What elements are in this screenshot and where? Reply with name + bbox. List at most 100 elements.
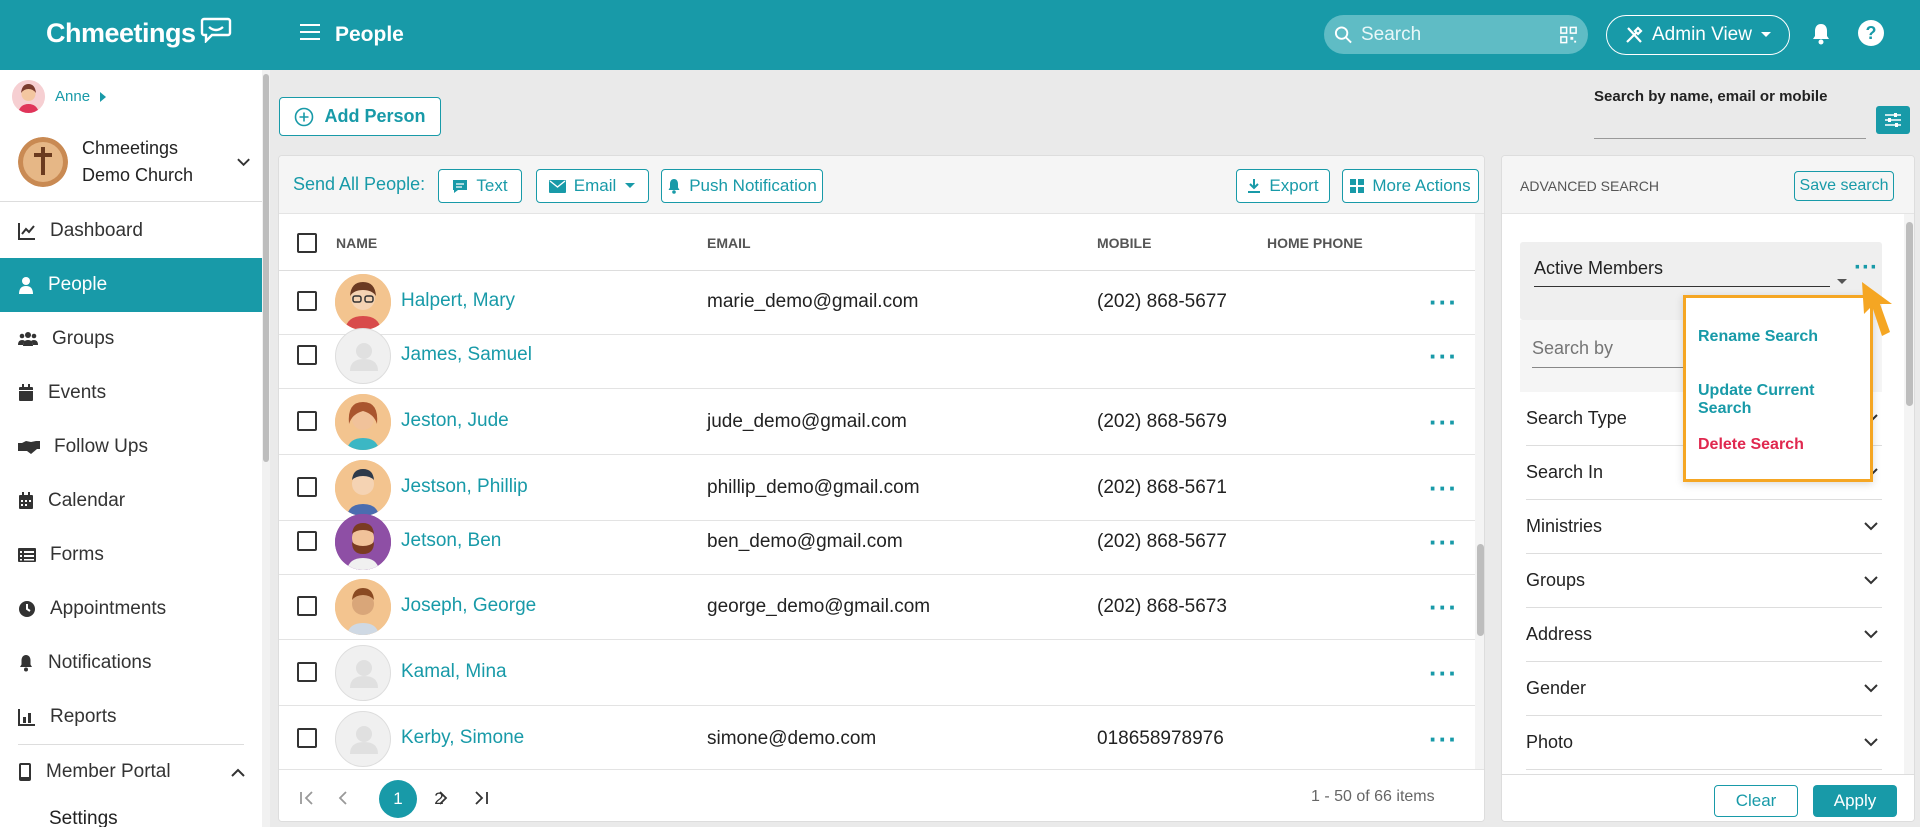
person-name-link[interactable]: Kamal, Mina <box>401 661 507 683</box>
admin-view-dropdown[interactable]: Admin View <box>1606 15 1790 55</box>
table-row[interactable]: Joseph, George george_demo@gmail.com (20… <box>279 574 1475 640</box>
global-search[interactable] <box>1324 15 1588 54</box>
table-row[interactable]: Jeston, Jude jude_demo@gmail.com (202) 8… <box>279 389 1475 455</box>
table-row[interactable]: Kerby, Simone simone@demo.com 0186589789… <box>279 706 1475 768</box>
table-scrollbar[interactable] <box>1475 214 1484 769</box>
apply-button[interactable]: Apply <box>1813 785 1897 817</box>
push-notification-button[interactable]: Push Notification <box>661 169 823 203</box>
accordion-photo[interactable]: Photo <box>1526 716 1882 770</box>
accordion-gender[interactable]: Gender <box>1526 662 1882 716</box>
sidebar-item-forms[interactable]: Forms <box>0 528 262 582</box>
row-checkbox[interactable] <box>297 728 317 748</box>
grid-icon <box>1350 179 1365 193</box>
sidebar-item-people[interactable]: People <box>0 258 262 312</box>
sidebar-item-calendar[interactable]: Calendar <box>0 474 262 528</box>
logo[interactable]: Chmeetings <box>46 17 232 49</box>
sidebar-item-settings[interactable]: Settings <box>0 799 262 827</box>
update-current-search-option[interactable]: Update Current Search <box>1698 382 1870 418</box>
search-icon <box>1334 25 1352 43</box>
row-menu-icon[interactable]: ··· <box>1429 287 1458 318</box>
row-menu-icon[interactable]: ··· <box>1429 658 1458 689</box>
person-name-link[interactable]: James, Samuel <box>401 344 532 366</box>
church-selector[interactable]: Chmeetings Demo Church <box>18 135 250 207</box>
rename-search-option[interactable]: Rename Search <box>1698 328 1818 346</box>
user-menu[interactable]: Anne <box>12 80 107 113</box>
person-name-link[interactable]: Kerby, Simone <box>401 727 524 749</box>
hamburger-menu-icon[interactable] <box>300 22 322 42</box>
accordion-groups[interactable]: Groups <box>1526 554 1882 608</box>
row-checkbox[interactable] <box>297 662 317 682</box>
row-checkbox[interactable] <box>297 291 317 311</box>
sidebar-scrollbar[interactable] <box>262 70 270 827</box>
person-name-link[interactable]: Jeston, Jude <box>401 410 509 432</box>
filter-toggle-button[interactable] <box>1876 106 1910 134</box>
column-header-name[interactable]: NAME <box>336 235 377 251</box>
search-by-input[interactable] <box>1532 338 1692 368</box>
row-menu-icon[interactable]: ··· <box>1429 724 1458 755</box>
row-menu-icon[interactable]: ··· <box>1429 592 1458 623</box>
qr-code-icon[interactable] <box>1559 25 1578 45</box>
column-header-home-phone[interactable]: HOME PHONE <box>1267 235 1363 251</box>
save-search-button[interactable]: Save search <box>1794 171 1894 201</box>
sidebar-item-appointments[interactable]: Appointments <box>0 582 262 636</box>
row-menu-icon[interactable]: ··· <box>1429 473 1458 504</box>
sidebar-item-follow-ups[interactable]: Follow Ups <box>0 420 262 474</box>
delete-search-option[interactable]: Delete Search <box>1698 436 1804 454</box>
column-header-mobile[interactable]: MOBILE <box>1097 235 1151 251</box>
export-button[interactable]: Export <box>1236 169 1330 203</box>
add-person-button[interactable]: Add Person <box>279 97 441 136</box>
scrollbar-thumb[interactable] <box>263 74 269 462</box>
select-all-checkbox[interactable] <box>297 233 317 253</box>
calendar-icon <box>19 384 33 401</box>
scrollbar-thumb[interactable] <box>1906 222 1913 406</box>
sidebar-item-reports[interactable]: Reports <box>0 690 262 744</box>
sidebar-item-label: Dashboard <box>50 220 143 241</box>
row-checkbox[interactable] <box>297 477 317 497</box>
people-search-input[interactable] <box>1594 113 1866 139</box>
row-checkbox[interactable] <box>297 596 317 616</box>
table-row[interactable]: James, Samuel ··· <box>279 323 1475 389</box>
more-actions-button[interactable]: More Actions <box>1342 169 1479 203</box>
next-page-icon[interactable] <box>437 790 449 806</box>
avatar-placeholder <box>335 328 391 384</box>
mobile-icon <box>19 763 31 781</box>
clear-button[interactable]: Clear <box>1714 785 1798 817</box>
chevron-up-icon <box>231 768 245 777</box>
accordion-ministries[interactable]: Ministries <box>1526 500 1882 554</box>
help-icon[interactable]: ? <box>1858 20 1884 46</box>
accordion-label: Photo <box>1526 732 1574 752</box>
accordion-address[interactable]: Address <box>1526 608 1882 662</box>
row-checkbox[interactable] <box>297 411 317 431</box>
row-checkbox[interactable] <box>297 531 317 551</box>
sidebar-item-member-portal[interactable]: Member Portal <box>0 745 262 799</box>
scrollbar-thumb[interactable] <box>1477 544 1484 636</box>
sidebar-item-events[interactable]: Events <box>0 366 262 420</box>
bell-icon[interactable] <box>1810 22 1832 46</box>
previous-page-icon[interactable] <box>337 790 349 806</box>
row-menu-icon[interactable]: ··· <box>1429 341 1458 372</box>
sidebar-item-dashboard[interactable]: Dashboard <box>0 204 262 258</box>
person-name-link[interactable]: Jestson, Phillip <box>401 476 528 498</box>
page-button-current[interactable]: 1 <box>379 780 417 818</box>
sidebar-item-groups[interactable]: Groups <box>0 312 262 366</box>
sidebar-item-label: Groups <box>52 328 115 349</box>
saved-search-select[interactable]: Active Members <box>1534 258 1847 287</box>
text-button[interactable]: Text <box>438 169 522 203</box>
row-menu-icon[interactable]: ··· <box>1429 527 1458 558</box>
person-name-link[interactable]: Joseph, George <box>401 595 536 617</box>
chevron-down-icon <box>1864 522 1878 531</box>
last-page-icon[interactable] <box>473 790 489 806</box>
column-header-email[interactable]: EMAIL <box>707 235 751 251</box>
table-row[interactable]: Jetson, Ben ben_demo@gmail.com (202) 868… <box>279 509 1475 575</box>
person-name-link[interactable]: Halpert, Mary <box>401 290 515 312</box>
sidebar-item-notifications[interactable]: Notifications <box>0 636 262 690</box>
global-search-input[interactable] <box>1361 23 1551 46</box>
person-name-link[interactable]: Jetson, Ben <box>401 530 501 552</box>
table-row[interactable]: Kamal, Mina ··· <box>279 640 1475 706</box>
advanced-search-scrollbar[interactable] <box>1904 214 1914 774</box>
avatar-placeholder <box>335 645 391 701</box>
first-page-icon[interactable] <box>299 790 315 806</box>
email-dropdown-button[interactable]: Email <box>536 169 649 203</box>
row-menu-icon[interactable]: ··· <box>1429 407 1458 438</box>
row-checkbox[interactable] <box>297 345 317 365</box>
